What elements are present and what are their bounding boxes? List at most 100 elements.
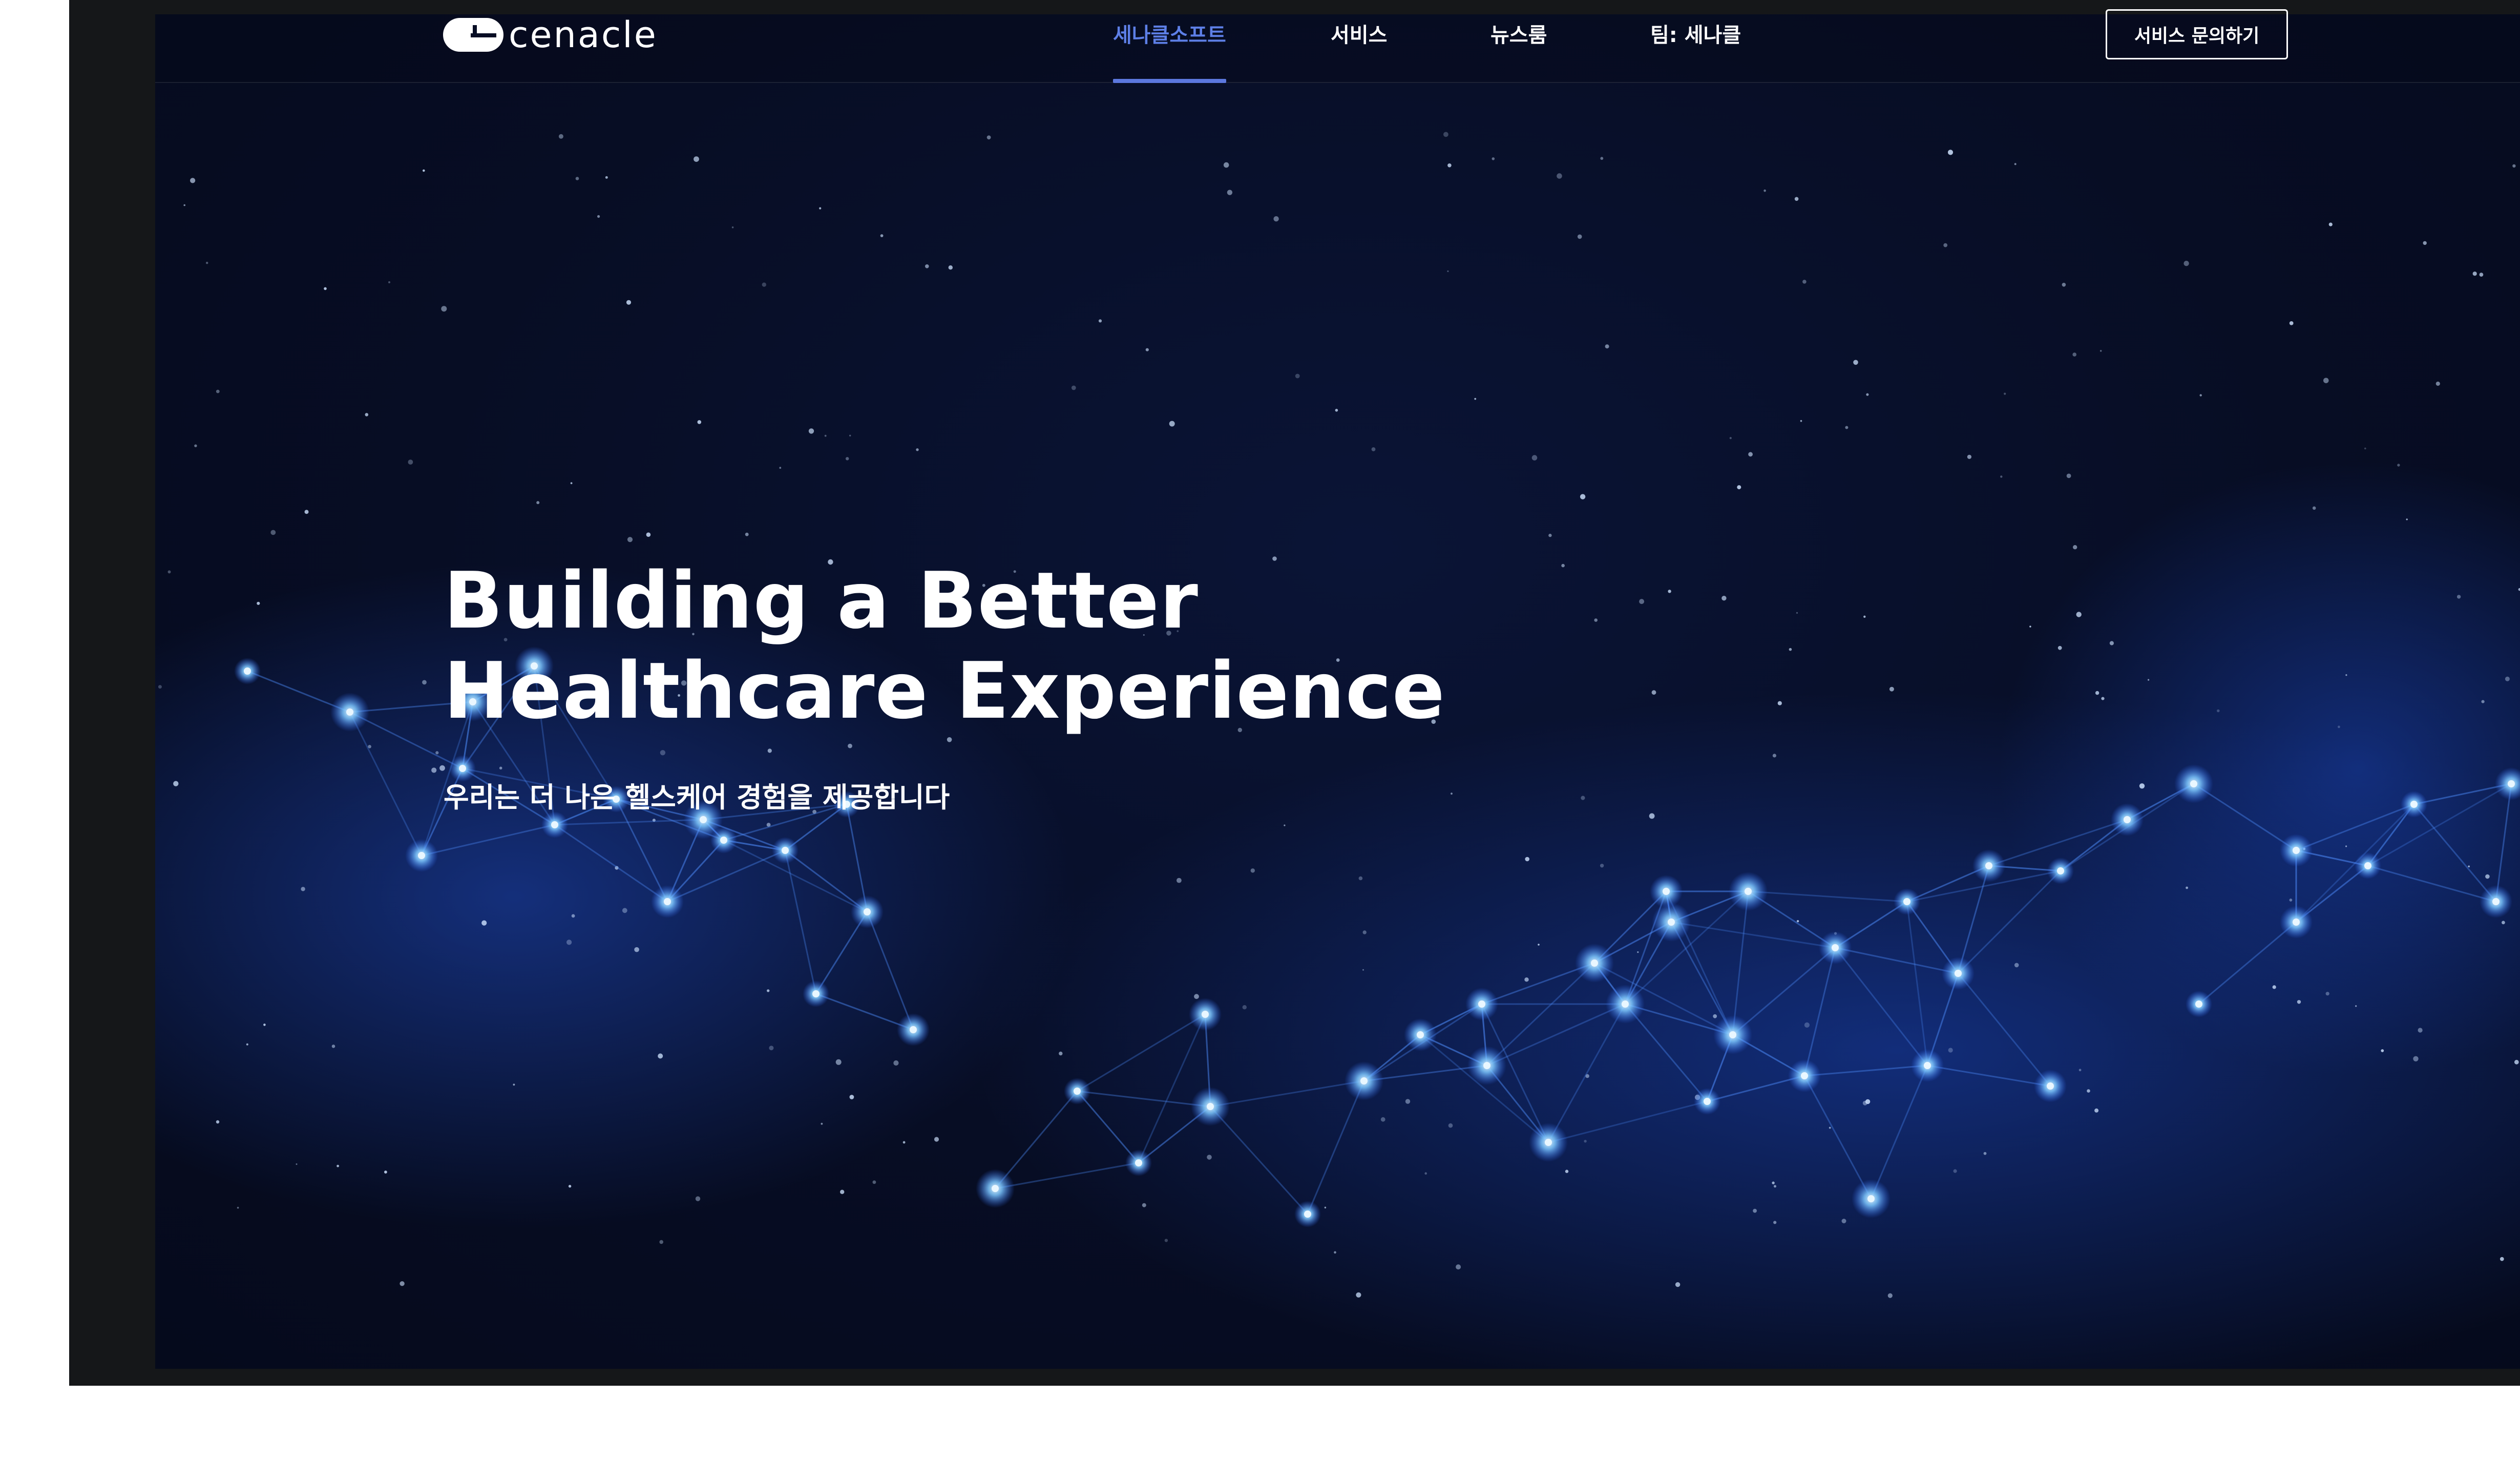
star-particle: [1242, 1005, 1247, 1010]
star-particle: [2381, 1049, 2384, 1052]
star-particle: [1169, 421, 1175, 427]
star-particle: [331, 1045, 335, 1048]
nav-item-services[interactable]: 서비스: [1331, 18, 1387, 82]
network-node: [1074, 1088, 1081, 1095]
nav-item-label: 팀: 세나클: [1650, 24, 1741, 47]
star-particle: [846, 457, 849, 461]
network-node: [1832, 944, 1839, 951]
star-particle: [1796, 612, 1798, 614]
star-particle: [1561, 564, 1565, 568]
star-particle: [634, 947, 639, 952]
network-node: [2190, 780, 2197, 787]
star-particle: [2062, 283, 2066, 287]
site-header: cenacle 세나클소프트 서비스 뉴스룸 팀: 세나클 서비스 문의하기: [155, 9, 2520, 83]
star-particle: [2109, 641, 2114, 645]
star-particle: [2413, 1056, 2419, 1061]
nav-item-team[interactable]: 팀: 세나클: [1650, 18, 1741, 82]
star-particle: [659, 1240, 663, 1244]
star-particle: [1953, 1169, 1957, 1173]
star-particle: [767, 748, 772, 753]
star-particle: [2076, 612, 2082, 617]
star-particle: [1443, 132, 1448, 137]
star-particle: [2312, 506, 2316, 510]
network-node: [1704, 1098, 1711, 1105]
star-particle: [1447, 270, 1449, 273]
star-particle: [400, 1281, 405, 1286]
network-node: [346, 708, 353, 716]
star-particle: [1284, 824, 1286, 826]
star-particle: [2289, 899, 2293, 902]
network-node: [1903, 898, 1910, 905]
cenacle-logo-icon: [443, 18, 503, 52]
network-node: [1622, 1000, 1629, 1008]
star-particle: [1531, 455, 1538, 461]
network-node: [2124, 816, 2131, 823]
star-particle: [1456, 1264, 1461, 1270]
star-particle: [893, 1060, 899, 1066]
network-node: [1304, 1211, 1311, 1218]
network-node: [2492, 898, 2500, 905]
star-particle: [767, 989, 770, 992]
network-node: [1207, 1103, 1214, 1110]
star-particle: [769, 1046, 774, 1051]
star-particle: [301, 887, 305, 891]
star-particle: [1177, 878, 1182, 883]
star-particle: [384, 1171, 387, 1174]
star-particle: [481, 920, 487, 926]
nav-active-indicator: [1113, 79, 1226, 83]
star-particle: [627, 537, 633, 543]
nav-item-newsroom[interactable]: 뉴스룸: [1490, 18, 1547, 82]
brand-logo[interactable]: cenacle: [443, 14, 658, 55]
contact-service-button-label: 서비스 문의하기: [2134, 26, 2260, 47]
star-particle: [173, 781, 179, 786]
star-particle: [2095, 691, 2099, 695]
star-particle: [902, 1141, 906, 1144]
network-node: [1924, 1062, 1931, 1069]
star-particle: [2485, 874, 2490, 879]
star-particle: [158, 685, 162, 689]
star-particle: [2512, 164, 2516, 168]
star-particle: [2514, 1059, 2519, 1065]
network-node: [1668, 919, 1675, 926]
star-particle: [304, 510, 309, 514]
star-particle: [1227, 190, 1233, 195]
star-particle: [1737, 485, 1741, 490]
star-particle: [568, 1184, 572, 1188]
network-node: [664, 898, 671, 905]
star-particle: [2004, 392, 2006, 395]
nav-item-cenaclesoft[interactable]: 세나클소프트: [1113, 18, 1226, 83]
star-particle: [597, 215, 600, 218]
star-particle: [1356, 1292, 1361, 1298]
star-particle: [439, 765, 445, 771]
star-particle: [986, 135, 991, 140]
network-node: [1202, 1011, 1209, 1018]
star-particle: [1829, 1127, 1831, 1129]
star-particle: [1796, 920, 1799, 923]
star-particle: [1371, 447, 1376, 451]
star-particle: [1145, 348, 1149, 351]
star-particle: [536, 501, 540, 505]
contact-service-button[interactable]: 서비스 문의하기: [2106, 9, 2288, 59]
star-particle: [337, 1164, 339, 1167]
star-particle: [660, 750, 666, 756]
star-particle: [1748, 452, 1753, 457]
star-particle: [808, 428, 814, 434]
star-particle: [1164, 1239, 1168, 1242]
star-particle: [423, 169, 425, 172]
nav-item-label: 세나클소프트: [1113, 24, 1226, 47]
star-particle: [779, 467, 782, 469]
star-particle: [1845, 426, 1849, 429]
star-particle: [216, 389, 220, 393]
network-node: [2293, 847, 2300, 854]
network-node: [1545, 1139, 1552, 1146]
star-particle: [1774, 1185, 1776, 1188]
network-node: [2364, 862, 2371, 869]
star-particle: [2183, 261, 2189, 266]
brand-wordmark: cenacle: [509, 14, 658, 56]
star-particle: [1295, 373, 1300, 379]
star-particle: [934, 1137, 939, 1142]
hero-headline: Building a Better Healthcare Experience: [444, 556, 1445, 736]
star-particle: [2066, 473, 2071, 478]
star-particle: [1863, 615, 1866, 618]
network-node: [782, 847, 789, 854]
